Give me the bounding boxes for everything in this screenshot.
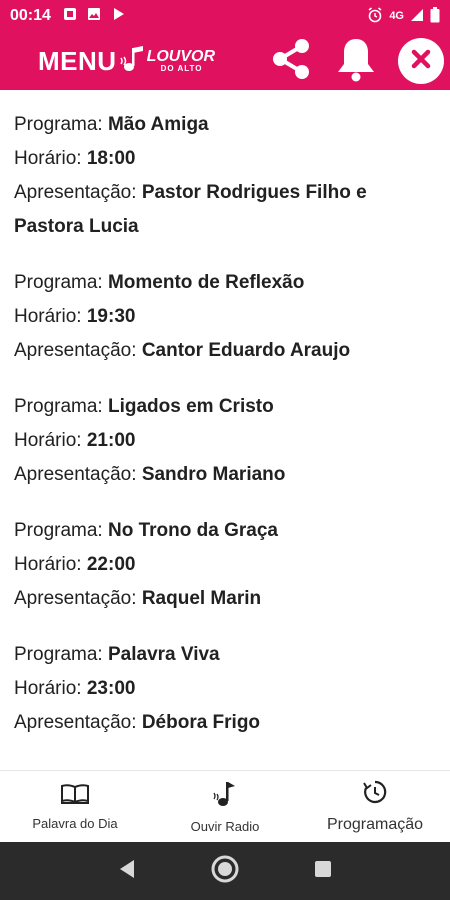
program-item: Programa: Palavra Viva Horário: 23:00 Ap… (14, 638, 436, 740)
recents-square-icon (313, 859, 333, 884)
program-item: Programa: No Trono da Graça Horário: 22:… (14, 514, 436, 616)
share-icon (268, 36, 314, 87)
horario-value: 22:00 (86, 554, 136, 575)
system-nav-bar (0, 842, 450, 900)
alarm-icon (367, 6, 383, 26)
programa-label: Programa: (14, 520, 108, 541)
music-note-icon (212, 780, 238, 813)
recents-button[interactable] (313, 859, 333, 884)
music-note-logo-icon (119, 44, 145, 79)
program-item: Programa: Ligados em Cristo Horário: 21:… (14, 390, 436, 492)
programa-label: Programa: (14, 644, 108, 665)
horario-label: Horário: (14, 554, 87, 575)
horario-value: 19:30 (86, 306, 136, 327)
programa-label: Programa: (14, 396, 108, 417)
programa-label: Programa: (14, 114, 108, 135)
programa-value: Mão Amiga (107, 114, 209, 135)
bottom-nav: Palavra do Dia Ouvir Radio Programação (0, 770, 450, 842)
battery-icon (430, 6, 440, 26)
back-button[interactable] (117, 858, 137, 885)
apresentacao-label: Apresentação: (14, 182, 142, 203)
home-circle-icon (210, 854, 240, 889)
signal-icon (410, 8, 424, 25)
nav-ouvir-radio[interactable]: Ouvir Radio (150, 771, 300, 842)
apresentacao-value: Sandro Mariano (141, 464, 286, 485)
programa-value: Ligados em Cristo (107, 396, 274, 417)
program-list: Programa: Mão Amiga Horário: 18:00 Apres… (0, 90, 450, 770)
book-icon (60, 783, 90, 810)
apresentacao-label: Apresentação: (14, 712, 142, 733)
programa-value: Palavra Viva (107, 644, 220, 665)
app-bar: MENU LOUVOR DO ALTO (0, 32, 450, 90)
horario-label: Horário: (14, 148, 87, 169)
image-icon (87, 7, 101, 26)
apresentacao-label: Apresentação: (14, 588, 142, 609)
nav-label: Palavra do Dia (32, 815, 118, 831)
apresentacao-value: Débora Frigo (141, 712, 261, 733)
home-button[interactable] (210, 854, 240, 889)
horario-label: Horário: (14, 678, 87, 699)
program-item: Programa: Momento de Reflexão Horário: 1… (14, 266, 436, 368)
programa-value: No Trono da Graça (107, 520, 278, 541)
close-icon (410, 48, 432, 75)
status-time: 00:14 (10, 7, 51, 24)
programa-value: Momento de Reflexão (107, 272, 305, 293)
status-bar: 00:14 4G (0, 0, 450, 32)
horario-value: 23:00 (86, 678, 136, 699)
network-type: 4G (389, 10, 404, 22)
program-item: Programa: Mão Amiga Horário: 18:00 Apres… (14, 108, 436, 244)
bell-icon (334, 36, 378, 87)
programa-label: Programa: (14, 272, 108, 293)
menu-button[interactable]: MENU (38, 46, 117, 77)
nav-label: Ouvir Radio (190, 818, 260, 834)
notifications-button[interactable] (334, 36, 378, 87)
back-triangle-icon (117, 858, 137, 885)
horario-value: 21:00 (86, 430, 136, 451)
apresentacao-label: Apresentação: (14, 340, 142, 361)
nav-label: Programação (326, 816, 424, 833)
horario-value: 18:00 (86, 148, 136, 169)
schedule-icon (362, 779, 388, 810)
nav-palavra-do-dia[interactable]: Palavra do Dia (0, 771, 150, 842)
logo-line2: DO ALTO (160, 64, 203, 73)
play-icon (111, 7, 125, 26)
notification-icon (63, 7, 77, 26)
horario-label: Horário: (14, 430, 87, 451)
apresentacao-value: Cantor Eduardo Araujo (141, 340, 351, 361)
horario-label: Horário: (14, 306, 87, 327)
apresentacao-label: Apresentação: (14, 464, 142, 485)
share-button[interactable] (268, 36, 314, 87)
apresentacao-value: Raquel Marin (141, 588, 262, 609)
logo-line1: LOUVOR (146, 48, 216, 65)
close-button[interactable] (398, 38, 444, 84)
louvor-do-alto-logo: LOUVOR DO ALTO (119, 44, 215, 79)
nav-programacao[interactable]: Programação (300, 771, 450, 842)
